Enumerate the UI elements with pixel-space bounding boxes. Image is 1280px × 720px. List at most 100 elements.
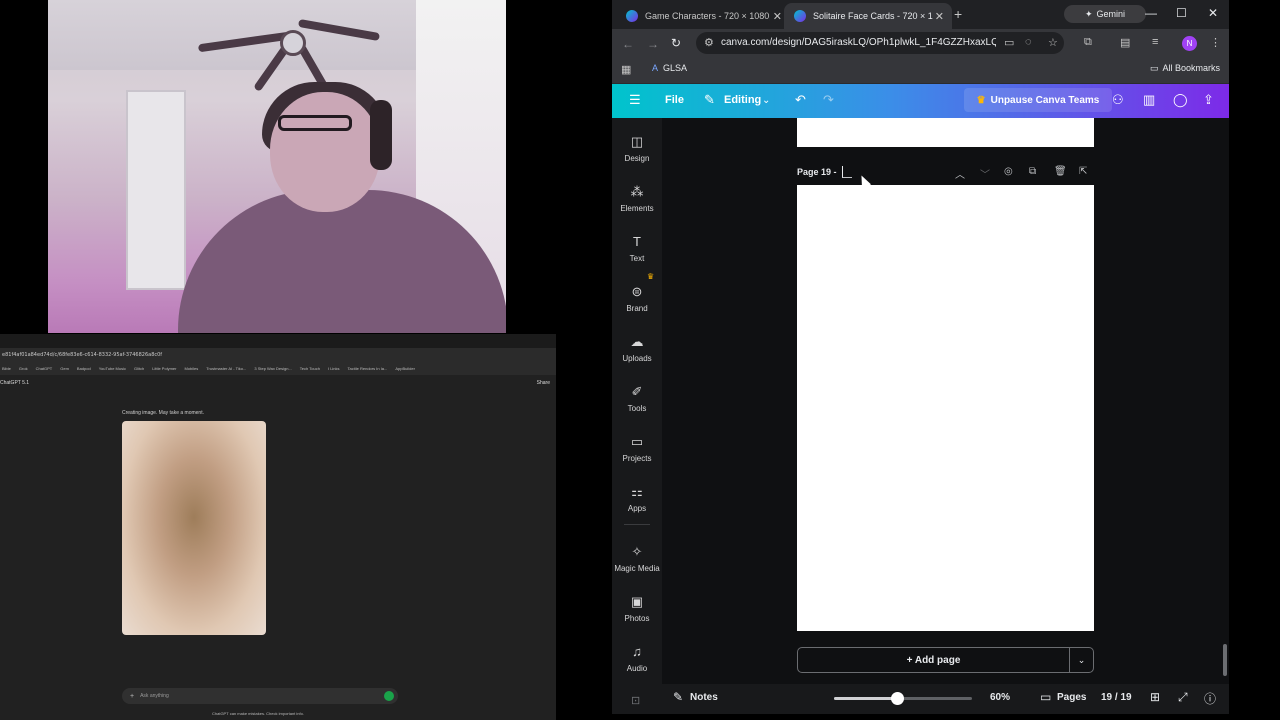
cast-icon[interactable]: ▭ — [1004, 36, 1014, 49]
plus-icon[interactable]: + — [130, 693, 134, 700]
sidebar-item-apps[interactable]: ⚏ Apps — [612, 484, 662, 513]
zoom-value[interactable]: 60% — [990, 692, 1010, 703]
star-icon[interactable]: ☆ — [1048, 36, 1058, 49]
add-page-button[interactable]: + Add page ⌄ — [797, 647, 1094, 673]
more-apps-icon[interactable]: ⊡ — [631, 694, 640, 707]
bookmark-item[interactable]: Gem — [60, 366, 69, 371]
comment-icon[interactable]: ◯ — [1173, 92, 1188, 108]
page-19-canvas[interactable] — [797, 185, 1094, 631]
notes-icon[interactable]: ✎ — [673, 690, 683, 704]
minimize-icon[interactable]: — — [1145, 6, 1157, 20]
upload-share-icon[interactable]: ⇪ — [1203, 92, 1214, 108]
send-button[interactable] — [384, 691, 394, 701]
bookmark-item[interactable]: 3 Step Wax Design... — [254, 366, 291, 371]
sidebar-item-elements[interactable]: ⁂ Elements — [612, 184, 662, 213]
chat-input-placeholder[interactable]: Ask anything — [140, 693, 169, 699]
maximize-icon[interactable]: ☐ — [1176, 6, 1187, 20]
chevron-down-icon[interactable]: ⌄ — [762, 95, 770, 106]
media-icon[interactable]: ≡ — [1152, 36, 1158, 48]
bookmark-item[interactable]: ChatGPT — [36, 366, 53, 371]
address-url[interactable]: canva.com/design/DAG5iraskLQ/OPh1plwkL_1… — [721, 37, 996, 48]
pencil-icon[interactable]: ✎ — [704, 92, 715, 108]
add-page-label[interactable]: + Add page — [798, 648, 1069, 672]
reload-icon[interactable]: ↻ — [671, 36, 681, 50]
add-page-icon[interactable]: ⇱ — [1079, 166, 1087, 177]
bookmark-item[interactable]: Bible — [2, 366, 11, 371]
bookmark-item[interactable]: Trustmaster AI - Tiko... — [206, 366, 246, 371]
sidebar-item-design[interactable]: ◫ Design — [612, 134, 662, 163]
eye-off-icon[interactable]: ◌ — [1025, 36, 1032, 48]
grid-view-icon[interactable]: ⊞ — [1150, 690, 1160, 704]
pages-button[interactable]: Pages — [1057, 692, 1086, 703]
redo-icon[interactable]: ↷ — [823, 92, 834, 108]
page-title[interactable]: Page 19 - — [797, 167, 837, 177]
webcam-door — [126, 90, 186, 290]
model-selector[interactable]: ChatGPT 5.1 — [0, 380, 29, 386]
chevron-down-icon[interactable]: ⌄ — [1069, 648, 1093, 672]
bookmark-item[interactable]: I Links — [328, 366, 340, 371]
bookmark-item[interactable]: Grok — [19, 366, 28, 371]
chatgpt-header: ChatGPT 5.1 Share — [0, 375, 556, 391]
zoom-slider[interactable] — [834, 692, 972, 705]
pages-icon[interactable]: ▭ — [1040, 690, 1051, 704]
sidebar-item-photos[interactable]: ▣ Photos — [612, 594, 662, 623]
bookmark-item[interactable]: Mobiles — [184, 366, 198, 371]
sidebar-item-tools[interactable]: ✐ Tools — [612, 384, 662, 413]
fullscreen-icon[interactable]: ⤢ — [1178, 690, 1188, 705]
hide-page-icon[interactable]: ◎ — [1004, 166, 1013, 177]
sidebar-item-uploads[interactable]: ☁ Uploads — [612, 334, 662, 363]
help-icon[interactable]: ⓘ — [1204, 690, 1216, 707]
photo-icon: ▣ — [630, 594, 644, 609]
undo-icon[interactable]: ↶ — [795, 92, 806, 108]
notes-button[interactable]: Notes — [690, 692, 718, 703]
share-button[interactable]: Share — [537, 380, 550, 386]
share-people-icon[interactable]: ⚇ — [1112, 92, 1124, 108]
trash-icon[interactable]: 🗑 — [1054, 166, 1067, 177]
back-icon[interactable]: ← — [622, 37, 634, 51]
chevron-up-icon[interactable]: ︿ — [955, 166, 965, 181]
tab-solitaire-face-cards[interactable]: Solitaire Face Cards - 720 × 1080 ✕ — [784, 3, 952, 29]
editing-mode-dropdown[interactable]: Editing — [724, 94, 761, 106]
bookmark-item[interactable]: Tech Touch — [300, 366, 320, 371]
sidebar-item-magic-media[interactable]: ✧ Magic Media — [612, 544, 662, 573]
chatgpt-url[interactable]: e81f4af01a84ed74d/c/68fe83e6-c614-8332-9… — [2, 352, 162, 358]
gemini-button[interactable]: ✦ Gemini — [1064, 5, 1146, 23]
bookmark-item[interactable]: Badpod — [77, 366, 91, 371]
bookmark-item[interactable]: Little Polymer — [152, 366, 176, 371]
menu-kebab-icon[interactable]: ⋮ — [1210, 36, 1221, 49]
bookmark-glsa-label: GLSA — [663, 63, 688, 73]
duplicate-page-icon[interactable]: ⧉ — [1029, 166, 1036, 177]
sidebar-item-brand[interactable]: ⊜ Brand — [612, 284, 662, 313]
insights-chart-icon[interactable]: ▥ — [1143, 92, 1155, 108]
chat-input[interactable]: + Ask anything — [122, 688, 398, 704]
previous-page-canvas[interactable] — [797, 118, 1094, 147]
extensions-icon[interactable]: ⧉ — [1084, 36, 1092, 49]
site-info-icon[interactable]: ⚙ — [704, 36, 714, 49]
file-menu[interactable]: File — [665, 94, 684, 106]
apps-grid-icon[interactable]: ▦ — [621, 63, 631, 76]
sidebar-item-audio[interactable]: ♫ Audio — [612, 644, 662, 673]
forward-icon[interactable]: → — [647, 37, 659, 51]
close-icon[interactable]: ✕ — [935, 10, 944, 23]
bookmark-glsa[interactable]: A GLSA — [652, 63, 687, 73]
bookmark-item[interactable]: Glitch — [134, 366, 144, 371]
bookmark-item[interactable]: AppBuilder — [395, 366, 415, 371]
window-close-icon[interactable]: ✕ — [1208, 6, 1218, 20]
unpause-teams-button[interactable]: ♛ Unpause Canva Teams — [964, 88, 1112, 112]
close-icon[interactable]: ✕ — [773, 10, 782, 23]
profile-avatar[interactable]: N — [1182, 36, 1197, 51]
chevron-down-icon[interactable]: ﹀ — [980, 166, 990, 181]
hamburger-menu-icon[interactable]: ☰ — [629, 92, 641, 108]
gemini-spark-icon: ✦ — [1084, 8, 1093, 19]
new-tab-icon[interactable]: + — [954, 6, 962, 22]
bookmark-item[interactable]: YouTube Music — [99, 366, 126, 371]
bookmark-item[interactable]: Tactile Rendors In Ia... — [348, 366, 388, 371]
all-bookmarks[interactable]: ▭ All Bookmarks — [1150, 63, 1220, 74]
page-title-input[interactable] — [842, 166, 852, 178]
sidebar-item-projects[interactable]: ▭ Projects — [612, 434, 662, 463]
vertical-scrollbar[interactable] — [1223, 644, 1227, 676]
tab-game-characters[interactable]: Game Characters - 720 × 1080px ✕ — [616, 3, 790, 29]
sidepanel-icon[interactable]: ▤ — [1120, 36, 1130, 49]
sidebar-item-text[interactable]: T Text — [612, 234, 662, 263]
chatgpt-urlbar[interactable]: e81f4af01a84ed74d/c/68fe83e6-c614-8332-9… — [0, 348, 556, 361]
